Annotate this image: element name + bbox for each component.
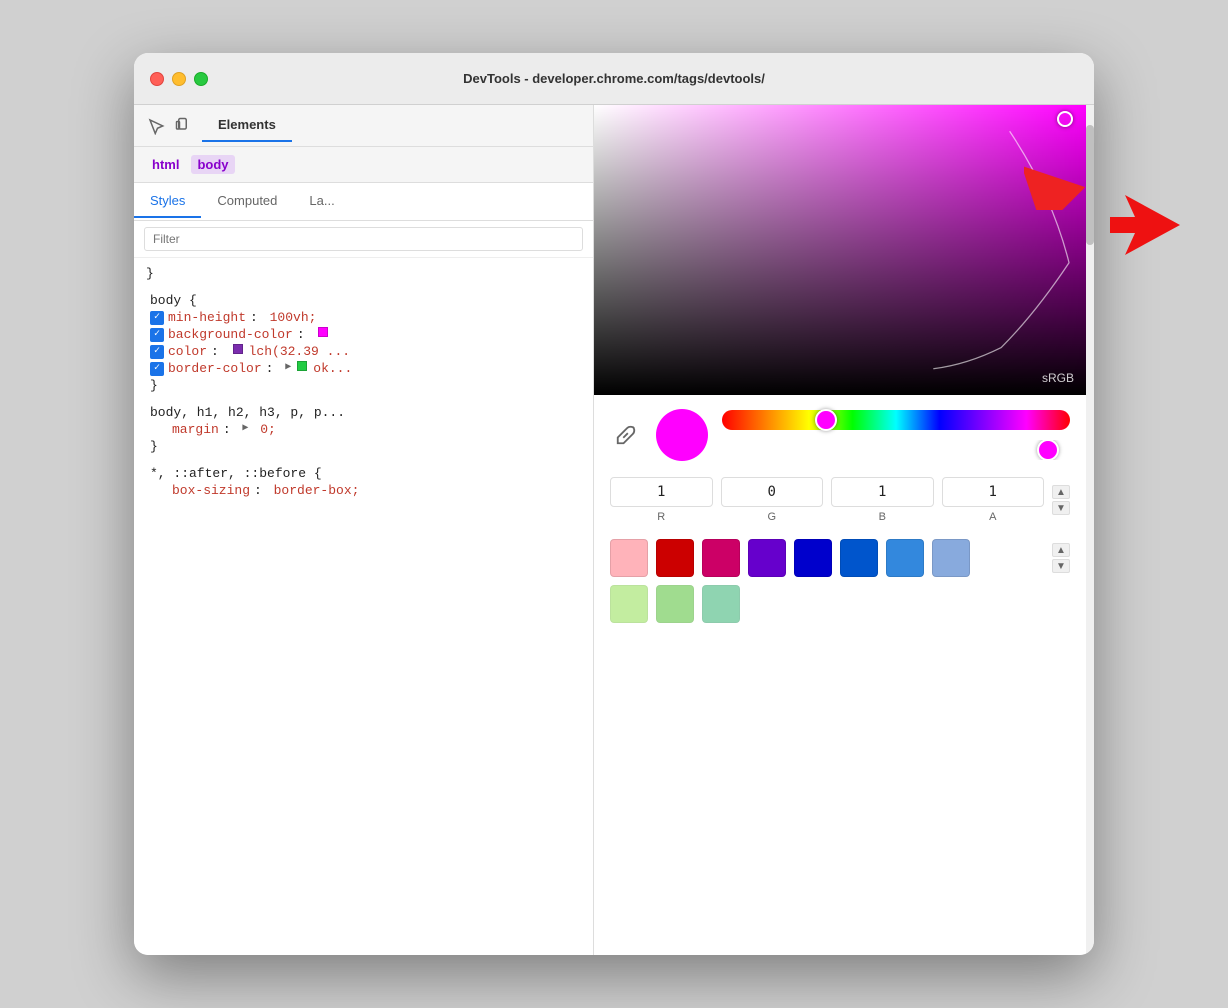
checkbox-border-color[interactable] — [150, 362, 164, 376]
tab-computed[interactable]: Computed — [201, 185, 293, 218]
rgba-inputs: R G B A ▲ ▼ — [610, 477, 1070, 523]
stepper-up-button[interactable]: ▲ — [1052, 485, 1070, 499]
gradient-curve-svg — [594, 105, 1086, 395]
hue-slider[interactable] — [722, 410, 1070, 430]
swatch-1[interactable] — [656, 539, 694, 577]
css-selector-body-headings: body, h1, h2, h3, p, p... — [150, 405, 345, 420]
hue-slider-container[interactable] — [722, 410, 1070, 430]
swatch-7[interactable] — [932, 539, 970, 577]
breadcrumb-body[interactable]: body — [191, 155, 234, 174]
close-button[interactable] — [150, 72, 164, 86]
right-panel: sRGB — [594, 105, 1086, 955]
css-content: } body { min-height : 100vh; background — [134, 258, 593, 955]
color-swatches-row2 — [610, 585, 1070, 623]
alpha-slider[interactable] — [722, 440, 1070, 460]
css-close-brace-2: } — [150, 439, 158, 454]
swatch-row2-2[interactable] — [702, 585, 740, 623]
scrollbar-thumb[interactable] — [1086, 125, 1094, 245]
b-input[interactable] — [831, 477, 934, 507]
panel-toolbar: Elements — [134, 105, 593, 147]
a-field: A — [942, 477, 1045, 523]
css-prop-color: color : lch(32.39 ... — [146, 344, 581, 359]
border-color-swatch[interactable] — [297, 361, 307, 371]
sliders-area — [722, 410, 1070, 460]
breadcrumb: html body — [134, 147, 593, 183]
color-swatch[interactable] — [233, 344, 243, 354]
swatch-row2-1[interactable] — [656, 585, 694, 623]
red-arrow-annotation — [1024, 150, 1094, 215]
traffic-lights — [150, 72, 208, 86]
swatch-5[interactable] — [840, 539, 878, 577]
arrow-indicator: ▶ — [285, 361, 291, 373]
g-field: G — [721, 477, 824, 523]
g-input[interactable] — [721, 477, 824, 507]
color-controls: R G B A ▲ ▼ — [594, 395, 1086, 955]
eyedropper-button[interactable] — [610, 419, 642, 451]
srgb-label: sRGB — [1042, 371, 1074, 385]
checkbox-bg-color[interactable] — [150, 328, 164, 342]
gradient-handle[interactable] — [1057, 111, 1073, 127]
css-selector-universal: *, ::after, ::before { — [150, 466, 322, 481]
checkbox-min-height[interactable] — [150, 311, 164, 325]
css-prop-box-sizing: box-sizing : border-box; — [146, 483, 581, 498]
tab-elements[interactable]: Elements — [202, 109, 292, 142]
tab-layout[interactable]: La... — [293, 185, 350, 218]
rgba-stepper: ▲ ▼ — [1052, 485, 1070, 515]
sub-tabs: Styles Computed La... — [134, 183, 593, 221]
b-field: B — [831, 477, 934, 523]
bg-color-swatch[interactable] — [318, 327, 328, 337]
cursor-icon[interactable] — [146, 116, 166, 136]
color-preview-circle — [656, 409, 708, 461]
maximize-button[interactable] — [194, 72, 208, 86]
swatch-0[interactable] — [610, 539, 648, 577]
scrollbar[interactable] — [1086, 105, 1094, 955]
breadcrumb-html[interactable]: html — [146, 155, 185, 174]
stepper-down-button[interactable]: ▼ — [1052, 501, 1070, 515]
g-label: G — [767, 511, 776, 523]
red-arrow-overlay — [1110, 195, 1180, 260]
css-prop-border-color: border-color : ▶ ok... — [146, 361, 581, 376]
device-toggle-icon[interactable] — [174, 116, 194, 136]
css-prop-min-height: min-height : 100vh; — [146, 310, 581, 325]
css-rule-universal: *, ::after, ::before { box-sizing : bord… — [146, 466, 581, 498]
filter-input[interactable] — [144, 227, 583, 251]
margin-arrow: ▶ — [242, 422, 248, 434]
filter-bar — [134, 221, 593, 258]
css-selector-body: body { — [150, 293, 197, 308]
b-label: B — [879, 511, 886, 523]
css-prop-margin: margin : ▶ 0; — [146, 422, 581, 437]
checkbox-color[interactable] — [150, 345, 164, 359]
swatches-down-button[interactable]: ▼ — [1052, 559, 1070, 573]
tab-styles[interactable]: Styles — [134, 185, 201, 218]
swatch-3[interactable] — [748, 539, 786, 577]
swatch-row2-0[interactable] — [610, 585, 648, 623]
r-field: R — [610, 477, 713, 523]
swatches-up-button[interactable]: ▲ — [1052, 543, 1070, 557]
r-input[interactable] — [610, 477, 713, 507]
css-prop-background-color: background-color : — [146, 327, 581, 342]
swatches-stepper: ▲ ▼ — [1052, 543, 1070, 573]
left-panel: Elements html body Styles Computed La...… — [134, 105, 594, 955]
alpha-handle[interactable] — [1037, 440, 1059, 460]
window-title: DevTools - developer.chrome.com/tags/dev… — [463, 71, 765, 86]
color-top-row — [610, 409, 1070, 461]
alpha-slider-container[interactable] — [722, 440, 1070, 460]
devtools-content: Elements html body Styles Computed La...… — [134, 105, 1094, 955]
browser-window: DevTools - developer.chrome.com/tags/dev… — [134, 53, 1094, 955]
a-input[interactable] — [942, 477, 1045, 507]
titlebar: DevTools - developer.chrome.com/tags/dev… — [134, 53, 1094, 105]
css-rule-closing-brace: } — [146, 266, 581, 281]
css-close-brace: } — [150, 378, 158, 393]
css-rule-body: body { min-height : 100vh; background-co… — [146, 293, 581, 393]
color-swatches: ▲ ▼ — [610, 539, 1070, 577]
r-label: R — [657, 511, 665, 523]
swatch-4[interactable] — [794, 539, 832, 577]
swatch-6[interactable] — [886, 539, 924, 577]
swatch-2[interactable] — [702, 539, 740, 577]
minimize-button[interactable] — [172, 72, 186, 86]
hue-handle[interactable] — [815, 409, 837, 431]
a-label: A — [989, 511, 996, 523]
color-gradient[interactable]: sRGB — [594, 105, 1086, 395]
css-rule-body-headings: body, h1, h2, h3, p, p... margin : ▶ 0; … — [146, 405, 581, 454]
